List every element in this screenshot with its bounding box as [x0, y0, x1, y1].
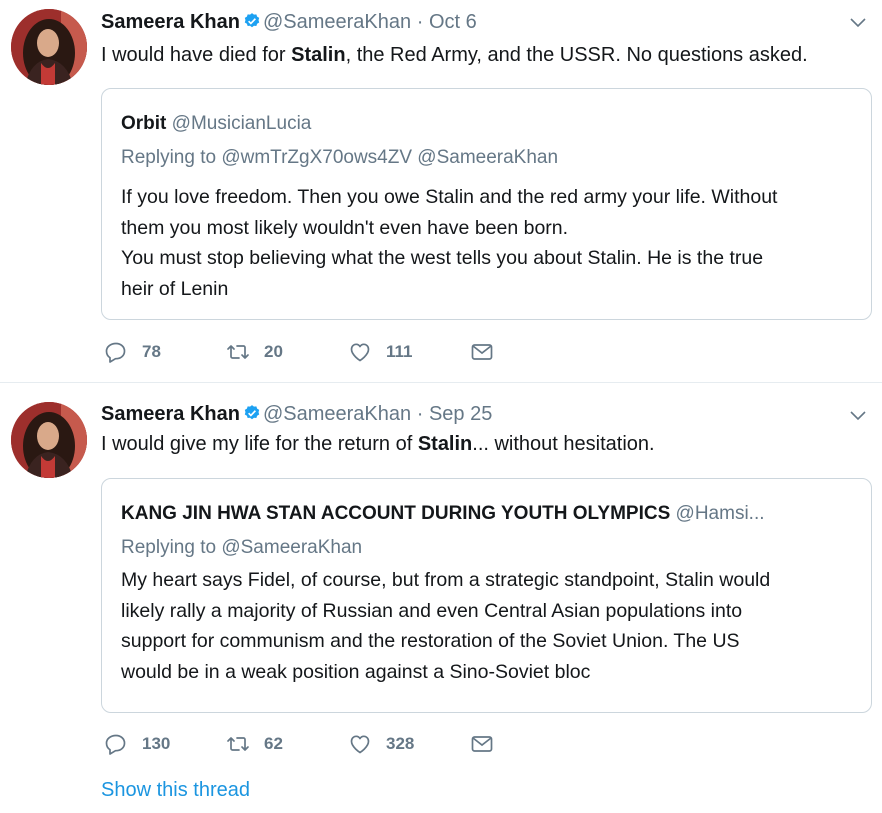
reply-button[interactable]: 130	[104, 732, 170, 756]
replying-to: Replying to @SameeraKhan	[121, 537, 362, 559]
tweet-header: Sameera Khan @SameeraKhan · Oct 6	[101, 10, 477, 34]
quoted-author-name: KANG JIN HWA STAN ACCOUNT DURING YOUTH O…	[121, 503, 671, 524]
separator: ·	[416, 11, 424, 33]
verified-badge-icon	[244, 13, 260, 28]
replying-to-mentions[interactable]: @SameeraKhan	[221, 537, 362, 558]
replying-to-mentions[interactable]: @wmTrZgX70ows4ZV @SameeraKhan	[221, 147, 558, 168]
retweet-button[interactable]: 20	[226, 340, 283, 364]
replying-to-label: Replying to	[121, 537, 217, 558]
retweet-count: 20	[264, 342, 283, 361]
quoted-tweet[interactable]: KANG JIN HWA STAN ACCOUNT DURING YOUTH O…	[101, 478, 872, 713]
tweet-text-bold: Stalin	[417, 433, 473, 455]
quoted-text-line: You must stop believing what the west te…	[121, 247, 764, 269]
replying-to-label: Replying to	[121, 147, 217, 168]
quoted-tweet-text: My heart says Fidel, of course, but from…	[121, 565, 851, 687]
tweet-text-bold: Stalin	[291, 44, 346, 66]
quoted-tweet-header: Orbit @MusicianLucia	[121, 113, 311, 135]
retweet-count: 62	[264, 734, 283, 753]
chevron-down-icon[interactable]	[848, 12, 868, 32]
like-button[interactable]: 328	[348, 732, 414, 756]
tweet-text: I would have died for Stalin, the Red Ar…	[101, 42, 808, 68]
reply-count: 78	[142, 342, 161, 361]
tweet-date[interactable]: Oct 6	[429, 11, 477, 33]
quoted-tweet[interactable]: Orbit @MusicianLucia Replying to @wmTrZg…	[101, 88, 872, 320]
dm-button[interactable]	[470, 732, 494, 756]
quoted-text-line: likely rally a majority of Russian and e…	[121, 599, 743, 622]
quoted-tweet-text: If you love freedom. Then you owe Stalin…	[121, 182, 851, 304]
like-button[interactable]: 111	[348, 340, 413, 364]
tweet-text-part: , the Red Army, and the USSR. No questio…	[345, 44, 808, 66]
like-count: 328	[386, 734, 415, 753]
dm-button[interactable]	[470, 340, 494, 364]
quoted-text-line: them you most likely wouldn't even have …	[121, 216, 569, 239]
quoted-text-line: heir of Lenin	[121, 277, 229, 300]
tweet-text: I would give my life for the return of S…	[101, 431, 655, 457]
author-name[interactable]: Sameera Khan	[101, 403, 240, 425]
retweet-icon	[227, 737, 249, 751]
retweet-icon	[227, 345, 249, 359]
heart-icon	[350, 735, 370, 754]
author-name[interactable]: Sameera Khan	[101, 11, 240, 33]
author-handle[interactable]: @SameeraKhan	[263, 11, 411, 33]
quoted-author-handle: @Hamsi...	[675, 503, 765, 524]
reply-count: 130	[142, 734, 171, 753]
tweet-text-part: I would give my life for the return of	[101, 433, 418, 455]
quoted-author-handle: @MusicianLucia	[171, 113, 312, 134]
tweet-header: Sameera Khan @SameeraKhan · Sep 25	[101, 402, 492, 426]
tweet-text-part: ... without hesitation.	[472, 433, 655, 455]
show-thread-link[interactable]: Show this thread	[101, 779, 250, 802]
quoted-text-line: If you love freedom. Then you owe Stalin…	[121, 186, 778, 208]
envelope-icon	[471, 736, 493, 752]
tweet-date[interactable]: Sep 25	[429, 403, 492, 425]
avatar[interactable]	[11, 402, 87, 478]
reply-icon	[105, 342, 126, 363]
quoted-author-name: Orbit	[121, 113, 167, 134]
like-count: 111	[386, 342, 413, 361]
reply-icon	[105, 734, 126, 755]
quoted-text-line: would be in a weak position against a Si…	[121, 660, 591, 683]
heart-icon	[350, 343, 370, 362]
reply-button[interactable]: 78	[104, 340, 161, 364]
tweet-text-part: I would have died for	[101, 44, 292, 66]
chevron-down-icon[interactable]	[848, 405, 868, 425]
tweet[interactable]: Sameera Khan @SameeraKhan · Oct 6 I would…	[0, 0, 882, 383]
quoted-text-line: My heart says Fidel, of course, but from…	[121, 569, 771, 591]
avatar[interactable]	[11, 9, 87, 85]
replying-to: Replying to @wmTrZgX70ows4ZV @SameeraKha…	[121, 147, 558, 169]
tweet[interactable]: Sameera Khan @SameeraKhan · Sep 25 I woul…	[0, 383, 882, 813]
separator: ·	[416, 403, 424, 425]
quoted-tweet-header: KANG JIN HWA STAN ACCOUNT DURING YOUTH O…	[121, 503, 765, 525]
envelope-icon	[471, 344, 493, 360]
retweet-button[interactable]: 62	[226, 732, 283, 756]
verified-badge-icon	[244, 405, 260, 420]
author-handle[interactable]: @SameeraKhan	[263, 403, 411, 425]
quoted-text-line: support for communism and the restoratio…	[121, 630, 740, 652]
